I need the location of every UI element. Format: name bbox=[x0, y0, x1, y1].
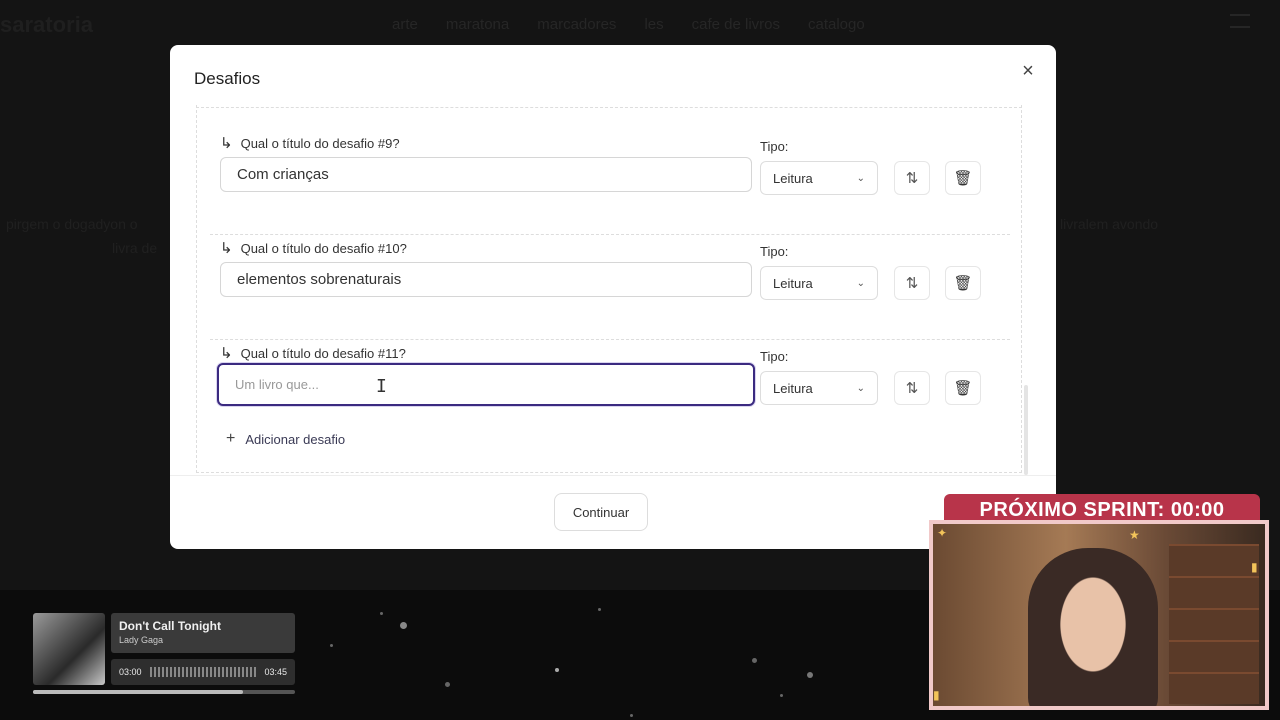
challenge-row: ↳ Qual o título do desafio #10? Tipo: Le… bbox=[210, 235, 1010, 340]
challenge-question: ↳ Qual o título do desafio #9? bbox=[220, 134, 400, 152]
progress-fill bbox=[33, 690, 243, 694]
delete-button[interactable]: 🗑 bbox=[945, 161, 981, 195]
star bbox=[780, 694, 783, 697]
challenges-modal: Desafios × ↳ Qual o título do desafio #9… bbox=[170, 45, 1056, 549]
star bbox=[445, 682, 450, 687]
tipo-select[interactable]: Leitura ⌄ bbox=[760, 371, 878, 405]
challenge-row: ↳ Qual o título do desafio #9? Tipo: Lei… bbox=[210, 130, 1010, 235]
delete-button[interactable]: 🗑 bbox=[945, 266, 981, 300]
progress-bar bbox=[33, 690, 295, 694]
delete-button[interactable]: 🗑 bbox=[945, 371, 981, 405]
menu-icon bbox=[1230, 14, 1250, 28]
challenge-question: ↳ Qual o título do desafio #11? bbox=[220, 344, 406, 362]
arrow-return-icon: ↳ bbox=[220, 240, 233, 257]
trash-icon: 🗑 bbox=[953, 170, 973, 187]
nav-item: maratona bbox=[445, 16, 510, 33]
scrollbar[interactable] bbox=[1024, 385, 1028, 475]
background-text-left-2: livra de bbox=[112, 240, 158, 256]
star-icon: ✦ bbox=[937, 526, 948, 540]
sort-button[interactable]: ⇅ bbox=[894, 161, 930, 195]
challenge-title-input[interactable] bbox=[220, 157, 752, 192]
add-challenge-button[interactable]: + Adicionar desafio bbox=[226, 430, 345, 448]
trash-icon: 🗑 bbox=[953, 275, 973, 292]
nav-item: les bbox=[644, 16, 664, 33]
sort-arrows-icon: ⇅ bbox=[905, 275, 919, 292]
star bbox=[598, 608, 601, 611]
tipo-label: Tipo: bbox=[760, 244, 789, 259]
continue-button[interactable]: Continuar bbox=[554, 493, 648, 531]
star bbox=[807, 672, 813, 678]
webcam-feed: ✦ ★ ▮ ▮ bbox=[929, 520, 1269, 710]
add-challenge-label: Adicionar desafio bbox=[245, 431, 346, 447]
nav-item: arte bbox=[392, 16, 418, 33]
footer-divider bbox=[170, 475, 1056, 476]
album-art bbox=[33, 613, 105, 685]
chevron-down-icon: ⌄ bbox=[856, 277, 865, 289]
modal-title: Desafios bbox=[194, 69, 261, 88]
total-time: 03:45 bbox=[264, 667, 287, 677]
nav-item: catalogo bbox=[808, 16, 865, 33]
arrow-return-icon: ↳ bbox=[220, 345, 233, 362]
challenge-question-text: Qual o título do desafio #9? bbox=[240, 135, 400, 151]
tipo-select[interactable]: Leitura ⌄ bbox=[760, 266, 878, 300]
background-text-left: pirgem o dogadyon o bbox=[6, 216, 138, 232]
lantern-icon: ▮ bbox=[1251, 560, 1258, 574]
chevron-down-icon: ⌄ bbox=[856, 382, 865, 394]
sort-button[interactable]: ⇅ bbox=[894, 266, 930, 300]
star bbox=[555, 668, 559, 672]
star bbox=[630, 714, 633, 717]
tipo-select[interactable]: Leitura ⌄ bbox=[760, 161, 878, 195]
nav-item: marcadores bbox=[537, 16, 617, 33]
star bbox=[752, 658, 757, 663]
background-text-right: livralem avondo bbox=[1060, 216, 1159, 232]
tipo-select-value: Leitura bbox=[773, 275, 813, 291]
close-icon[interactable]: × bbox=[1018, 61, 1038, 81]
streamer bbox=[1028, 548, 1158, 706]
waveform-icon bbox=[149, 667, 257, 677]
chevron-down-icon: ⌄ bbox=[856, 172, 865, 184]
star bbox=[380, 612, 383, 615]
track-info: Don't Call Tonight Lady Gaga bbox=[111, 613, 295, 653]
plus-icon: + bbox=[226, 430, 236, 447]
track-title: Don't Call Tonight bbox=[119, 619, 221, 633]
tipo-label: Tipo: bbox=[760, 349, 789, 364]
nav-item: cafe de livros bbox=[691, 16, 780, 33]
tipo-select-value: Leitura bbox=[773, 170, 813, 186]
track-time: 03:00 03:45 bbox=[111, 659, 295, 685]
challenge-question: ↳ Qual o título do desafio #10? bbox=[220, 239, 407, 257]
app-logo: saratoria bbox=[0, 12, 93, 37]
text-cursor-icon: I bbox=[376, 376, 387, 397]
challenge-title-input[interactable] bbox=[217, 363, 755, 406]
tipo-label: Tipo: bbox=[760, 139, 789, 154]
star bbox=[400, 622, 407, 629]
arrow-return-icon: ↳ bbox=[220, 135, 233, 152]
sort-arrows-icon: ⇅ bbox=[905, 170, 919, 187]
challenge-question-text: Qual o título do desafio #11? bbox=[240, 345, 406, 361]
track-artist: Lady Gaga bbox=[119, 635, 164, 645]
background-nav: arte maratona marcadores les cafe de liv… bbox=[392, 16, 865, 33]
bookshelf bbox=[1169, 544, 1259, 704]
trash-icon: 🗑 bbox=[953, 380, 973, 397]
lantern-icon: ▮ bbox=[933, 688, 940, 702]
sort-arrows-icon: ⇅ bbox=[905, 380, 919, 397]
star-icon: ★ bbox=[1129, 528, 1140, 542]
star bbox=[330, 644, 333, 647]
challenge-title-input[interactable] bbox=[220, 262, 752, 297]
tipo-select-value: Leitura bbox=[773, 380, 813, 396]
music-player: Don't Call Tonight Lady Gaga 03:00 03:45 bbox=[33, 613, 295, 697]
challenge-question-text: Qual o título do desafio #10? bbox=[240, 240, 407, 256]
sort-button[interactable]: ⇅ bbox=[894, 371, 930, 405]
elapsed-time: 03:00 bbox=[119, 667, 142, 677]
